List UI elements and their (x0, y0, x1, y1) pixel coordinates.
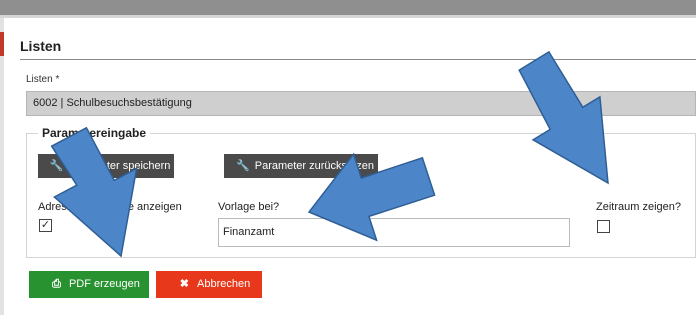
cancel-label: Abbrechen (197, 278, 251, 290)
show-period-label: Zeitraum zeigen? (596, 201, 681, 213)
reset-parameters-button[interactable]: 🔧 Parameter zurücksetzen (224, 154, 378, 178)
window-top-divider (0, 15, 696, 18)
save-parameters-label: Parameter speichern (68, 160, 171, 172)
window-top-bar (0, 0, 696, 15)
create-pdf-label: PDF erzeugen (68, 278, 140, 290)
cancel-button[interactable]: ✖ Abbrechen (156, 271, 262, 298)
template-label: Vorlage bei? (218, 201, 280, 213)
listen-select[interactable]: 6002 | Schulbesuchsbestätigung (26, 91, 696, 116)
parameter-legend: Parametereingabe (38, 126, 151, 140)
panel-title-rule (20, 59, 696, 60)
template-input[interactable]: Finanzamt (218, 218, 570, 247)
wrench-icon: 🔧 (236, 160, 250, 172)
checkmark-icon: ✓ (40, 219, 51, 231)
create-pdf-button[interactable]: ⎙ PDF erzeugen (29, 271, 149, 298)
show-period-checkbox[interactable] (597, 220, 610, 233)
wrench-icon: 🔧 (49, 160, 64, 172)
reset-parameters-label: Parameter zurücksetzen (254, 160, 374, 172)
left-edge-marker (0, 32, 4, 56)
show-address-label: Adresse der Schule anzeigen (38, 201, 182, 213)
printer-icon: ⎙ (52, 278, 61, 290)
left-edge (0, 18, 4, 315)
panel-title: Listen (20, 38, 62, 54)
show-address-checkbox[interactable]: ✓ (39, 219, 52, 232)
save-parameters-button[interactable]: 🔧 Parameter speichern (38, 154, 174, 178)
listen-field-label: Listen * (26, 74, 60, 85)
close-icon: ✖ (179, 278, 189, 290)
